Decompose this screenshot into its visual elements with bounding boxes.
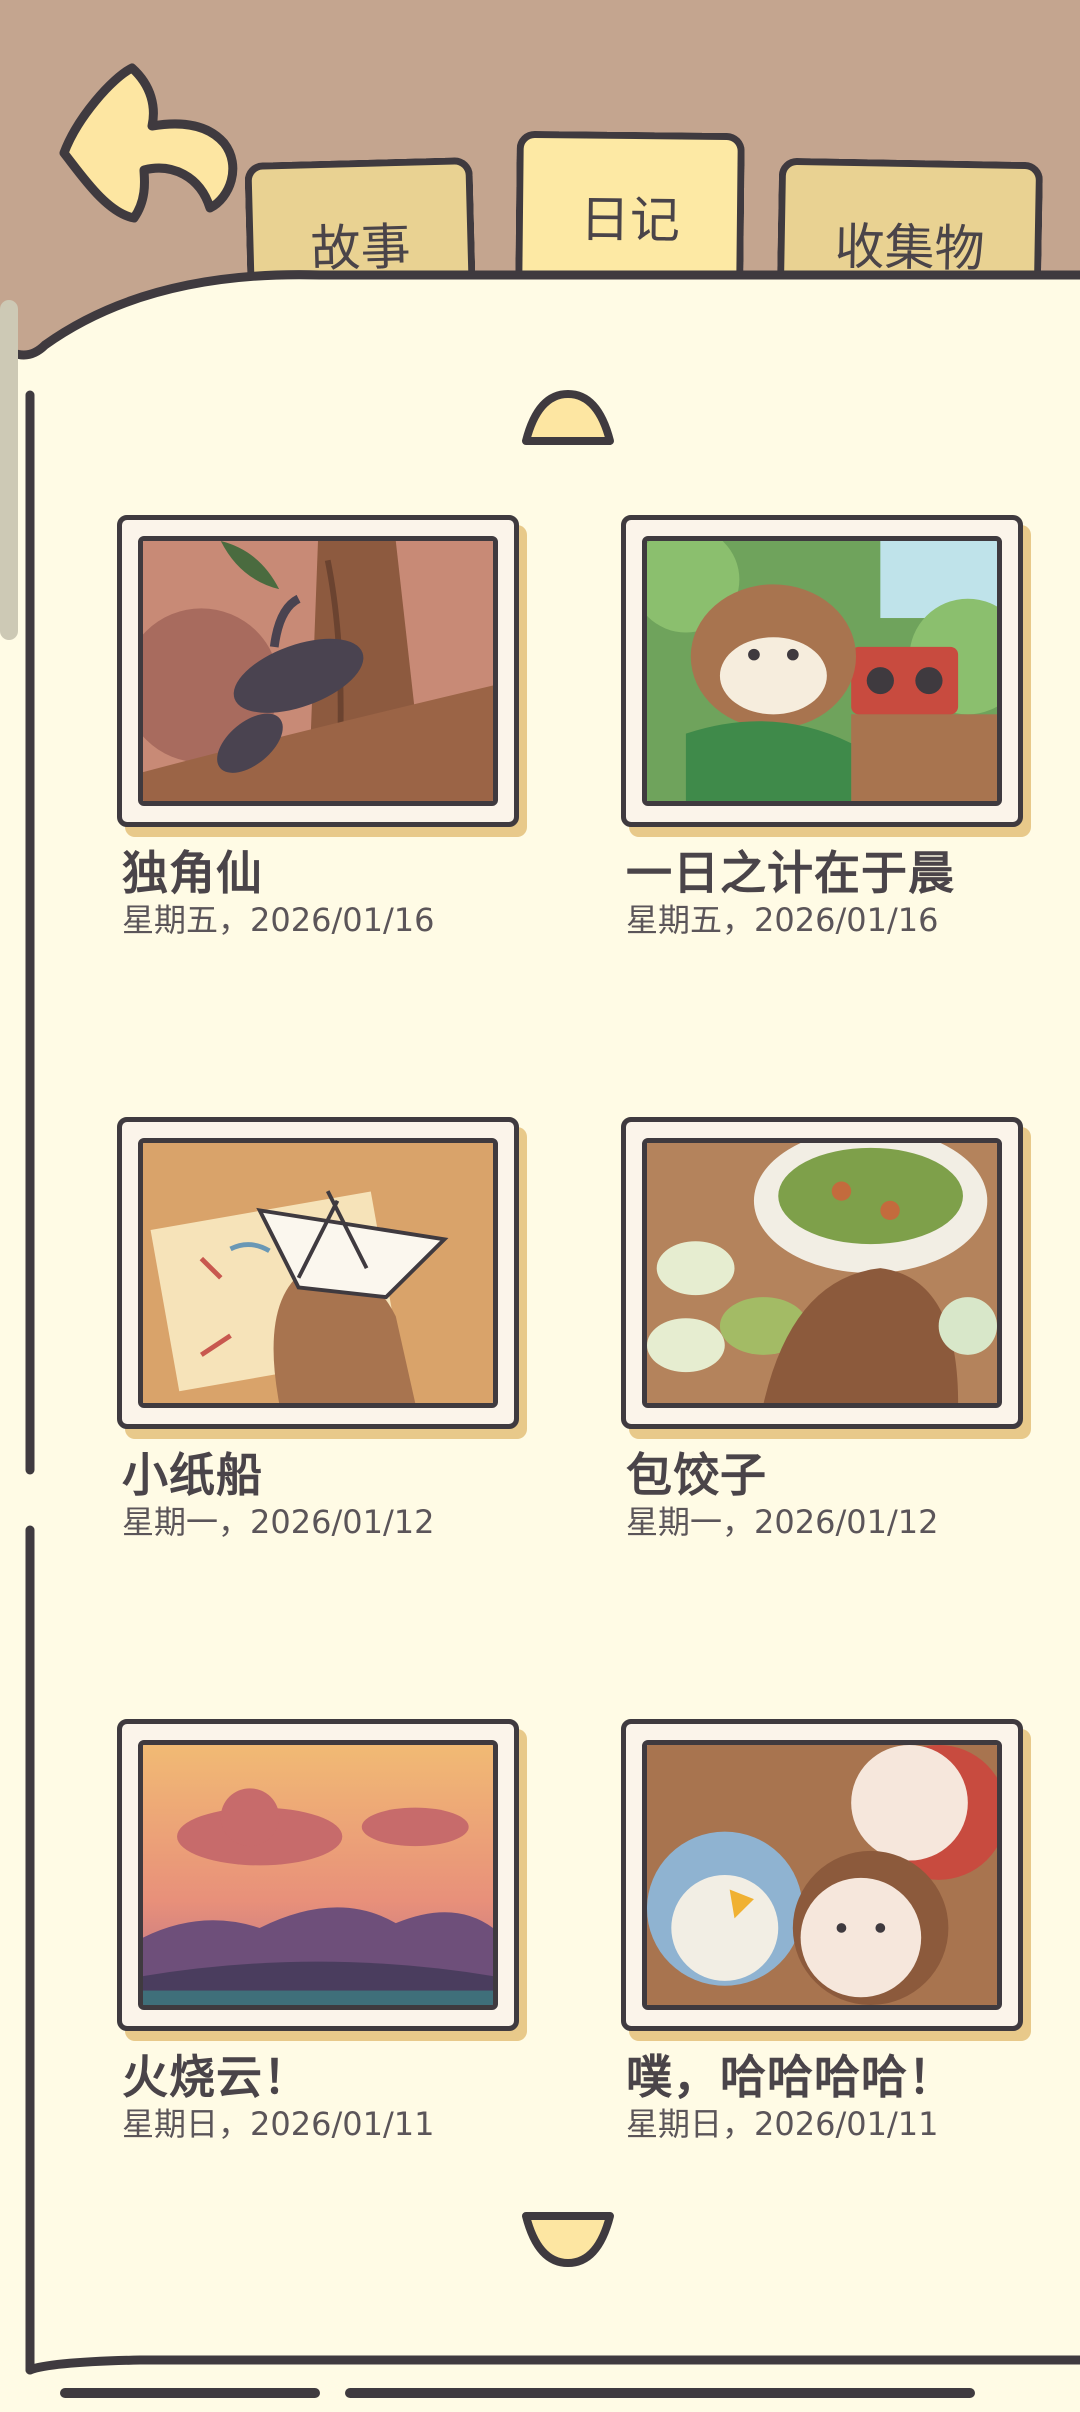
diary-entry-title: 独角仙 — [122, 846, 263, 900]
chevron-down-icon — [522, 2212, 614, 2267]
diary-entry-4[interactable]: 包饺子 星期一，2026/01/12 — [621, 1117, 1031, 1541]
diary-photo-frame — [117, 515, 519, 827]
diary-entry-title: 一日之计在于晨 — [626, 846, 955, 900]
page-down-button[interactable] — [518, 2206, 618, 2271]
diary-entry-3[interactable]: 小纸船 星期一，2026/01/12 — [117, 1117, 527, 1541]
sunset-clouds-illustration — [143, 1745, 493, 2005]
diary-entry-date: 星期一，2026/01/12 — [626, 1503, 939, 1541]
diary-photo-frame — [117, 1117, 519, 1429]
chevron-up-icon — [522, 390, 614, 445]
diary-entry-6[interactable]: 噗，哈哈哈哈！ 星期日，2026/01/11 — [621, 1719, 1031, 2143]
diary-entry-title: 火烧云！ — [122, 2050, 310, 2104]
diary-entry-1[interactable]: 独角仙 星期五，2026/01/16 — [117, 515, 527, 939]
diary-photo-frame — [621, 515, 1023, 827]
diary-entry-date: 星期日，2026/01/11 — [122, 2105, 435, 2143]
diary-photo-frame — [117, 1719, 519, 2031]
paper-boat-illustration — [143, 1143, 493, 1403]
back-button[interactable] — [52, 58, 247, 238]
back-arrow-icon — [59, 63, 238, 223]
diary-entry-title: 噗，哈哈哈哈！ — [626, 2050, 955, 2104]
diary-entry-5[interactable]: 火烧云！ 星期日，2026/01/11 — [117, 1719, 527, 2143]
diary-screen: 故事 日记 收集物 独角仙 星期五，2026/01/16 一日之计在于晨 星期五… — [0, 0, 1080, 2412]
diary-photo-frame — [621, 1117, 1023, 1429]
bottom-line-right — [345, 2388, 975, 2398]
diary-entry-date: 星期日，2026/01/11 — [626, 2105, 939, 2143]
diary-entry-date: 星期一，2026/01/12 — [122, 1503, 435, 1541]
beetle-illustration — [143, 541, 493, 801]
morning-squirrel-illustration — [647, 541, 997, 801]
diary-entry-2[interactable]: 一日之计在于晨 星期五，2026/01/16 — [621, 515, 1031, 939]
diary-entry-title: 小纸船 — [122, 1448, 263, 1502]
laughing-friends-illustration — [647, 1745, 997, 2005]
diary-photo-frame — [621, 1719, 1023, 2031]
diary-entry-title: 包饺子 — [626, 1448, 767, 1502]
diary-entry-date: 星期五，2026/01/16 — [122, 901, 435, 939]
diary-entry-date: 星期五，2026/01/16 — [626, 901, 939, 939]
dumplings-illustration — [647, 1143, 997, 1403]
page-up-button[interactable] — [518, 386, 618, 451]
bottom-line-left — [60, 2388, 320, 2398]
